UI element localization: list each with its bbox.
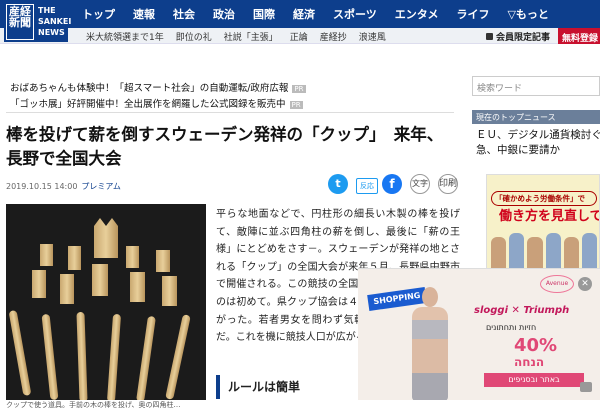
king-pin	[94, 218, 118, 258]
logo-kanji: 産経新聞	[6, 4, 34, 40]
bottom-ad-overlay[interactable]: SHOPPING Avenue sloggi ✕ Triumph חזיות ו…	[358, 268, 600, 400]
pr-badge: PR	[289, 100, 303, 109]
logo-english: THE SANKEI NEWS	[38, 6, 72, 37]
wood-block	[162, 276, 177, 306]
ad-circle-logo: Avenue	[540, 275, 574, 293]
nav-society[interactable]: 社会	[173, 6, 195, 22]
article-date: 2019.10.15 14:00	[6, 182, 78, 191]
tag-link[interactable]: 産経抄	[320, 30, 347, 43]
nav-sports[interactable]: スポーツ	[333, 6, 377, 22]
nav-breaking[interactable]: 速報	[133, 6, 155, 22]
nav-more[interactable]: ▽もっと	[507, 6, 548, 22]
divider	[6, 112, 454, 113]
twitter-share-button[interactable]: t	[328, 174, 348, 194]
member-articles-link[interactable]: 会員限定記事	[486, 30, 550, 43]
promo-link[interactable]: 「ゴッホ展」好評開催中！全出展作を網羅した公式図録を販売中 PR	[10, 96, 303, 110]
throwing-stick	[136, 315, 156, 400]
ad-discount: 40%	[514, 335, 558, 356]
tag-link[interactable]: 浪速風	[359, 30, 386, 43]
facebook-share-button[interactable]: f	[382, 174, 402, 194]
article-photo	[6, 204, 206, 400]
ad-headline: 働き方を見直して	[499, 209, 600, 224]
top-news-label: 現在のトップニュース	[472, 110, 600, 124]
tag-link[interactable]: 正論	[290, 30, 308, 43]
promo-link[interactable]: おばあちゃんも体験中！「超スマート社会」の自動運転/政府広報 PR	[10, 80, 306, 94]
wood-block	[156, 250, 170, 272]
reaction-button[interactable]: 反応	[356, 178, 378, 194]
pr-badge: PR	[292, 84, 306, 93]
nav-international[interactable]: 国際	[253, 6, 275, 22]
nav-entertainment[interactable]: エンタメ	[395, 6, 439, 22]
ad-model-image	[402, 279, 458, 400]
tag-link[interactable]: 即位の礼	[176, 30, 212, 43]
tag-link[interactable]: 米大統領選まで1年	[86, 30, 164, 43]
wood-block	[68, 246, 81, 270]
free-registration-button[interactable]: 無料登録	[558, 28, 600, 44]
ad-brands: sloggi ✕ Triumph	[474, 305, 570, 316]
throwing-stick	[76, 311, 88, 400]
throwing-stick	[8, 309, 32, 397]
wood-block	[92, 264, 108, 296]
throwing-stick	[41, 313, 59, 400]
nav-life[interactable]: ライフ	[456, 6, 489, 22]
font-size-button[interactable]: 文字	[410, 174, 430, 194]
nav-politics[interactable]: 政治	[213, 6, 235, 22]
photo-caption: クップで使う道具。手前の木の棒を投げ、奥の四角柱…	[6, 401, 181, 409]
print-button[interactable]: 印刷	[438, 174, 458, 194]
wood-block	[130, 272, 145, 302]
speaker-icon[interactable]	[580, 382, 592, 392]
search-input[interactable]: 検索ワード	[472, 76, 600, 96]
main-nav: トップ 速報 社会 政治 国際 経済 スポーツ エンタメ ライフ ▽もっと	[82, 6, 549, 22]
throwing-stick	[106, 313, 122, 400]
wood-block	[60, 274, 74, 304]
sankei-logo[interactable]: 産経新聞 THE SANKEI NEWS	[4, 2, 72, 42]
top-news-link[interactable]: ＥＵ、デジタル通貨検討ぐ急、中銀に要請か	[476, 128, 600, 158]
close-icon[interactable]: ✕	[578, 277, 592, 291]
premium-link[interactable]: プレミアム	[81, 182, 120, 191]
tag-link[interactable]: 社説「主張」	[224, 30, 278, 43]
nav-economy[interactable]: 経済	[293, 6, 315, 22]
wood-block	[32, 270, 46, 298]
article-dateline: 2019.10.15 14:00 プレミアム	[6, 181, 121, 192]
topic-tags: 米大統領選まで1年 即位の礼 社説「主張」 正論 産経抄 浪速風	[86, 30, 398, 43]
article-headline: 棒を投げて薪を倒すスウェーデン発祥の「クップ」 来年、長野で全国大会	[6, 125, 444, 168]
nav-top[interactable]: トップ	[82, 6, 115, 22]
ad-text-2: הנחה	[514, 355, 545, 369]
ad-tagline: 「確かめよう労働条件」で	[491, 191, 597, 206]
wood-block	[126, 246, 139, 268]
wood-block	[40, 244, 53, 266]
lock-icon	[486, 33, 493, 40]
ad-text-1: חזיות ותחתונים	[486, 323, 537, 332]
throwing-stick	[165, 314, 191, 400]
ad-cta-button[interactable]: באתר ובסניפים	[484, 373, 584, 387]
